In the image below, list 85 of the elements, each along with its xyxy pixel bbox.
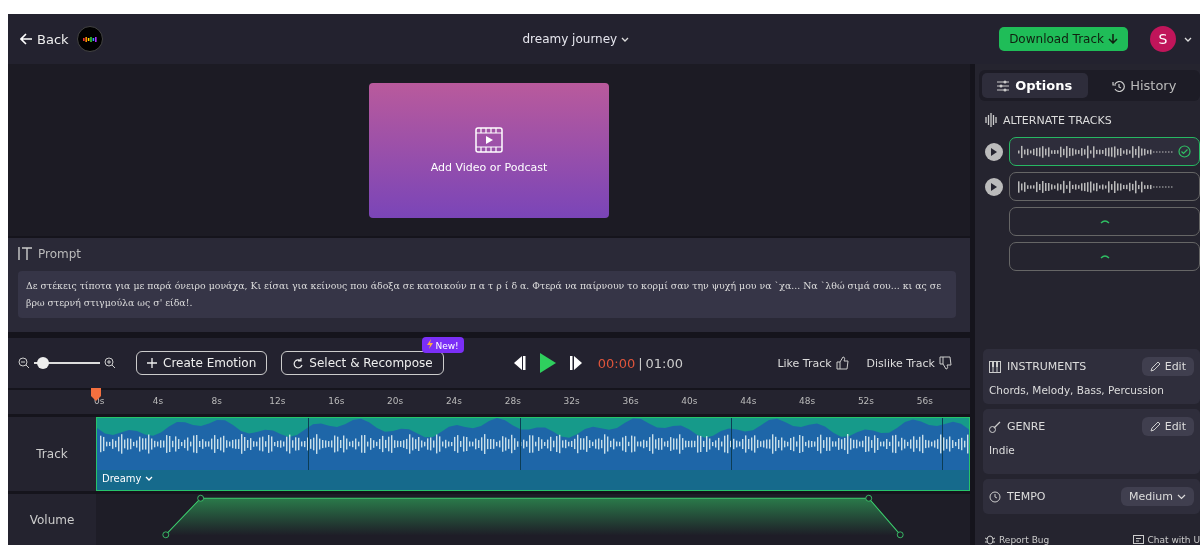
refresh-icon — [292, 357, 304, 369]
piano-icon — [989, 360, 1001, 373]
alternate-track[interactable] — [1009, 207, 1200, 236]
report-bug-link[interactable]: Report Bug — [985, 534, 1050, 545]
plus-icon — [147, 358, 157, 368]
section-title: GENRE — [1007, 420, 1046, 433]
alternate-track[interactable] — [1009, 137, 1200, 166]
chat-icon — [1132, 534, 1144, 545]
total-time: 01:00 — [645, 355, 684, 371]
play-icon — [991, 147, 997, 156]
edit-button[interactable]: Edit — [1141, 357, 1194, 376]
time-tick: 44s — [740, 396, 757, 406]
back-button[interactable]: Back — [20, 31, 69, 47]
clock-icon — [989, 490, 1001, 503]
tempo-dropdown[interactable]: Medium — [1121, 487, 1194, 506]
volume-label: Volume — [29, 512, 75, 527]
skip-forward-icon — [569, 356, 584, 370]
track-label: Track — [36, 447, 68, 461]
logo-icon — [76, 26, 103, 52]
zoom-out-icon[interactable] — [18, 357, 30, 369]
skip-forward-button[interactable] — [569, 356, 584, 370]
new-badge: New! — [421, 337, 464, 353]
panel-tab[interactable]: History — [1091, 73, 1197, 98]
time-separator: | — [638, 355, 643, 371]
section-title: INSTRUMENTS — [1007, 360, 1087, 373]
arrow-left-icon — [20, 32, 33, 46]
current-time: 00:00 — [597, 355, 636, 371]
prompt-label: Prompt — [38, 246, 82, 261]
arrow-down-icon — [1108, 34, 1118, 44]
time-tick: 4s — [152, 396, 164, 406]
time-tick: 56s — [916, 396, 933, 406]
film-icon — [475, 126, 503, 153]
play-button[interactable] — [539, 353, 556, 373]
time-tick: 24s — [445, 396, 463, 406]
time-tick: 40s — [681, 396, 698, 406]
time-tick: 48s — [799, 396, 816, 406]
user-avatar[interactable]: S — [1150, 26, 1176, 52]
sliders-icon — [997, 79, 1011, 92]
time-tick: 16s — [328, 396, 345, 406]
section-title: ALTERNATE TRACKS — [1003, 113, 1112, 127]
alternate-track[interactable] — [1009, 242, 1200, 271]
panel-tab[interactable]: Options — [982, 73, 1088, 98]
zoom-in-icon[interactable] — [104, 357, 116, 369]
download-button[interactable]: Download Track — [999, 27, 1128, 51]
create-emotion-button[interactable]: Create Emotion — [136, 351, 268, 375]
genre-value: Indie — [989, 444, 1016, 456]
time-tick: 28s — [504, 396, 521, 406]
pencil-icon — [1149, 421, 1161, 432]
time-tick: 8s — [211, 396, 223, 406]
chevron-down-icon — [144, 476, 153, 481]
loading-spinner-icon — [1099, 219, 1110, 224]
play-button[interactable] — [985, 142, 1003, 161]
add-video-button[interactable]: Add Video or Podcast — [369, 82, 609, 218]
dislike-button[interactable]: Dislike Track — [866, 356, 952, 370]
instruments-value: Chords, Melody, Bass, Percussion — [989, 384, 1165, 396]
lightning-icon — [426, 339, 433, 349]
bug-icon — [985, 534, 995, 545]
chevron-down-icon — [1177, 493, 1186, 500]
play-button[interactable] — [985, 177, 1003, 196]
like-button[interactable]: Like Track — [777, 356, 849, 370]
alternate-track[interactable] — [1009, 172, 1200, 201]
thumbs-down-icon — [939, 356, 952, 370]
history-icon — [1112, 79, 1126, 92]
loading-spinner-icon — [1099, 254, 1110, 259]
section-title: TEMPO — [1007, 490, 1046, 503]
thumbs-up-icon — [835, 356, 849, 370]
edit-button[interactable]: Edit — [1141, 417, 1194, 436]
time-tick: 32s — [563, 396, 580, 406]
play-icon — [539, 353, 556, 373]
time-tick: 20s — [387, 396, 404, 406]
prompt-text[interactable]: Δε στέκεις τίποτα για με παρά όνειρο μονάχα, Κι είσαι για κείνους που άδοξα σε κατοικούν π α τ ρ ί δ α. Φτερά να παίρνουν το κορμί σαν την ψυχή μου να `χα... Να `λθώ σιμά σου... κι ας σε βρω στερνή στιγμούλα ως σ' είδα!. — [18, 271, 956, 318]
text-icon — [18, 246, 32, 261]
check-icon — [1178, 145, 1191, 158]
play-icon — [991, 182, 997, 191]
chat-link[interactable]: Chat with U — [1132, 534, 1200, 545]
guitar-icon — [989, 420, 1001, 433]
waveform-icon — [985, 113, 997, 127]
pencil-icon — [1149, 361, 1161, 372]
project-title[interactable]: dreamy journey — [522, 32, 618, 46]
time-tick: 12s — [269, 396, 286, 406]
time-tick: 36s — [622, 396, 639, 406]
slider-thumb[interactable] — [36, 357, 49, 369]
chevron-down-icon[interactable] — [621, 36, 630, 42]
time-tick: 52s — [857, 396, 875, 406]
chevron-down-icon[interactable] — [1184, 36, 1192, 42]
